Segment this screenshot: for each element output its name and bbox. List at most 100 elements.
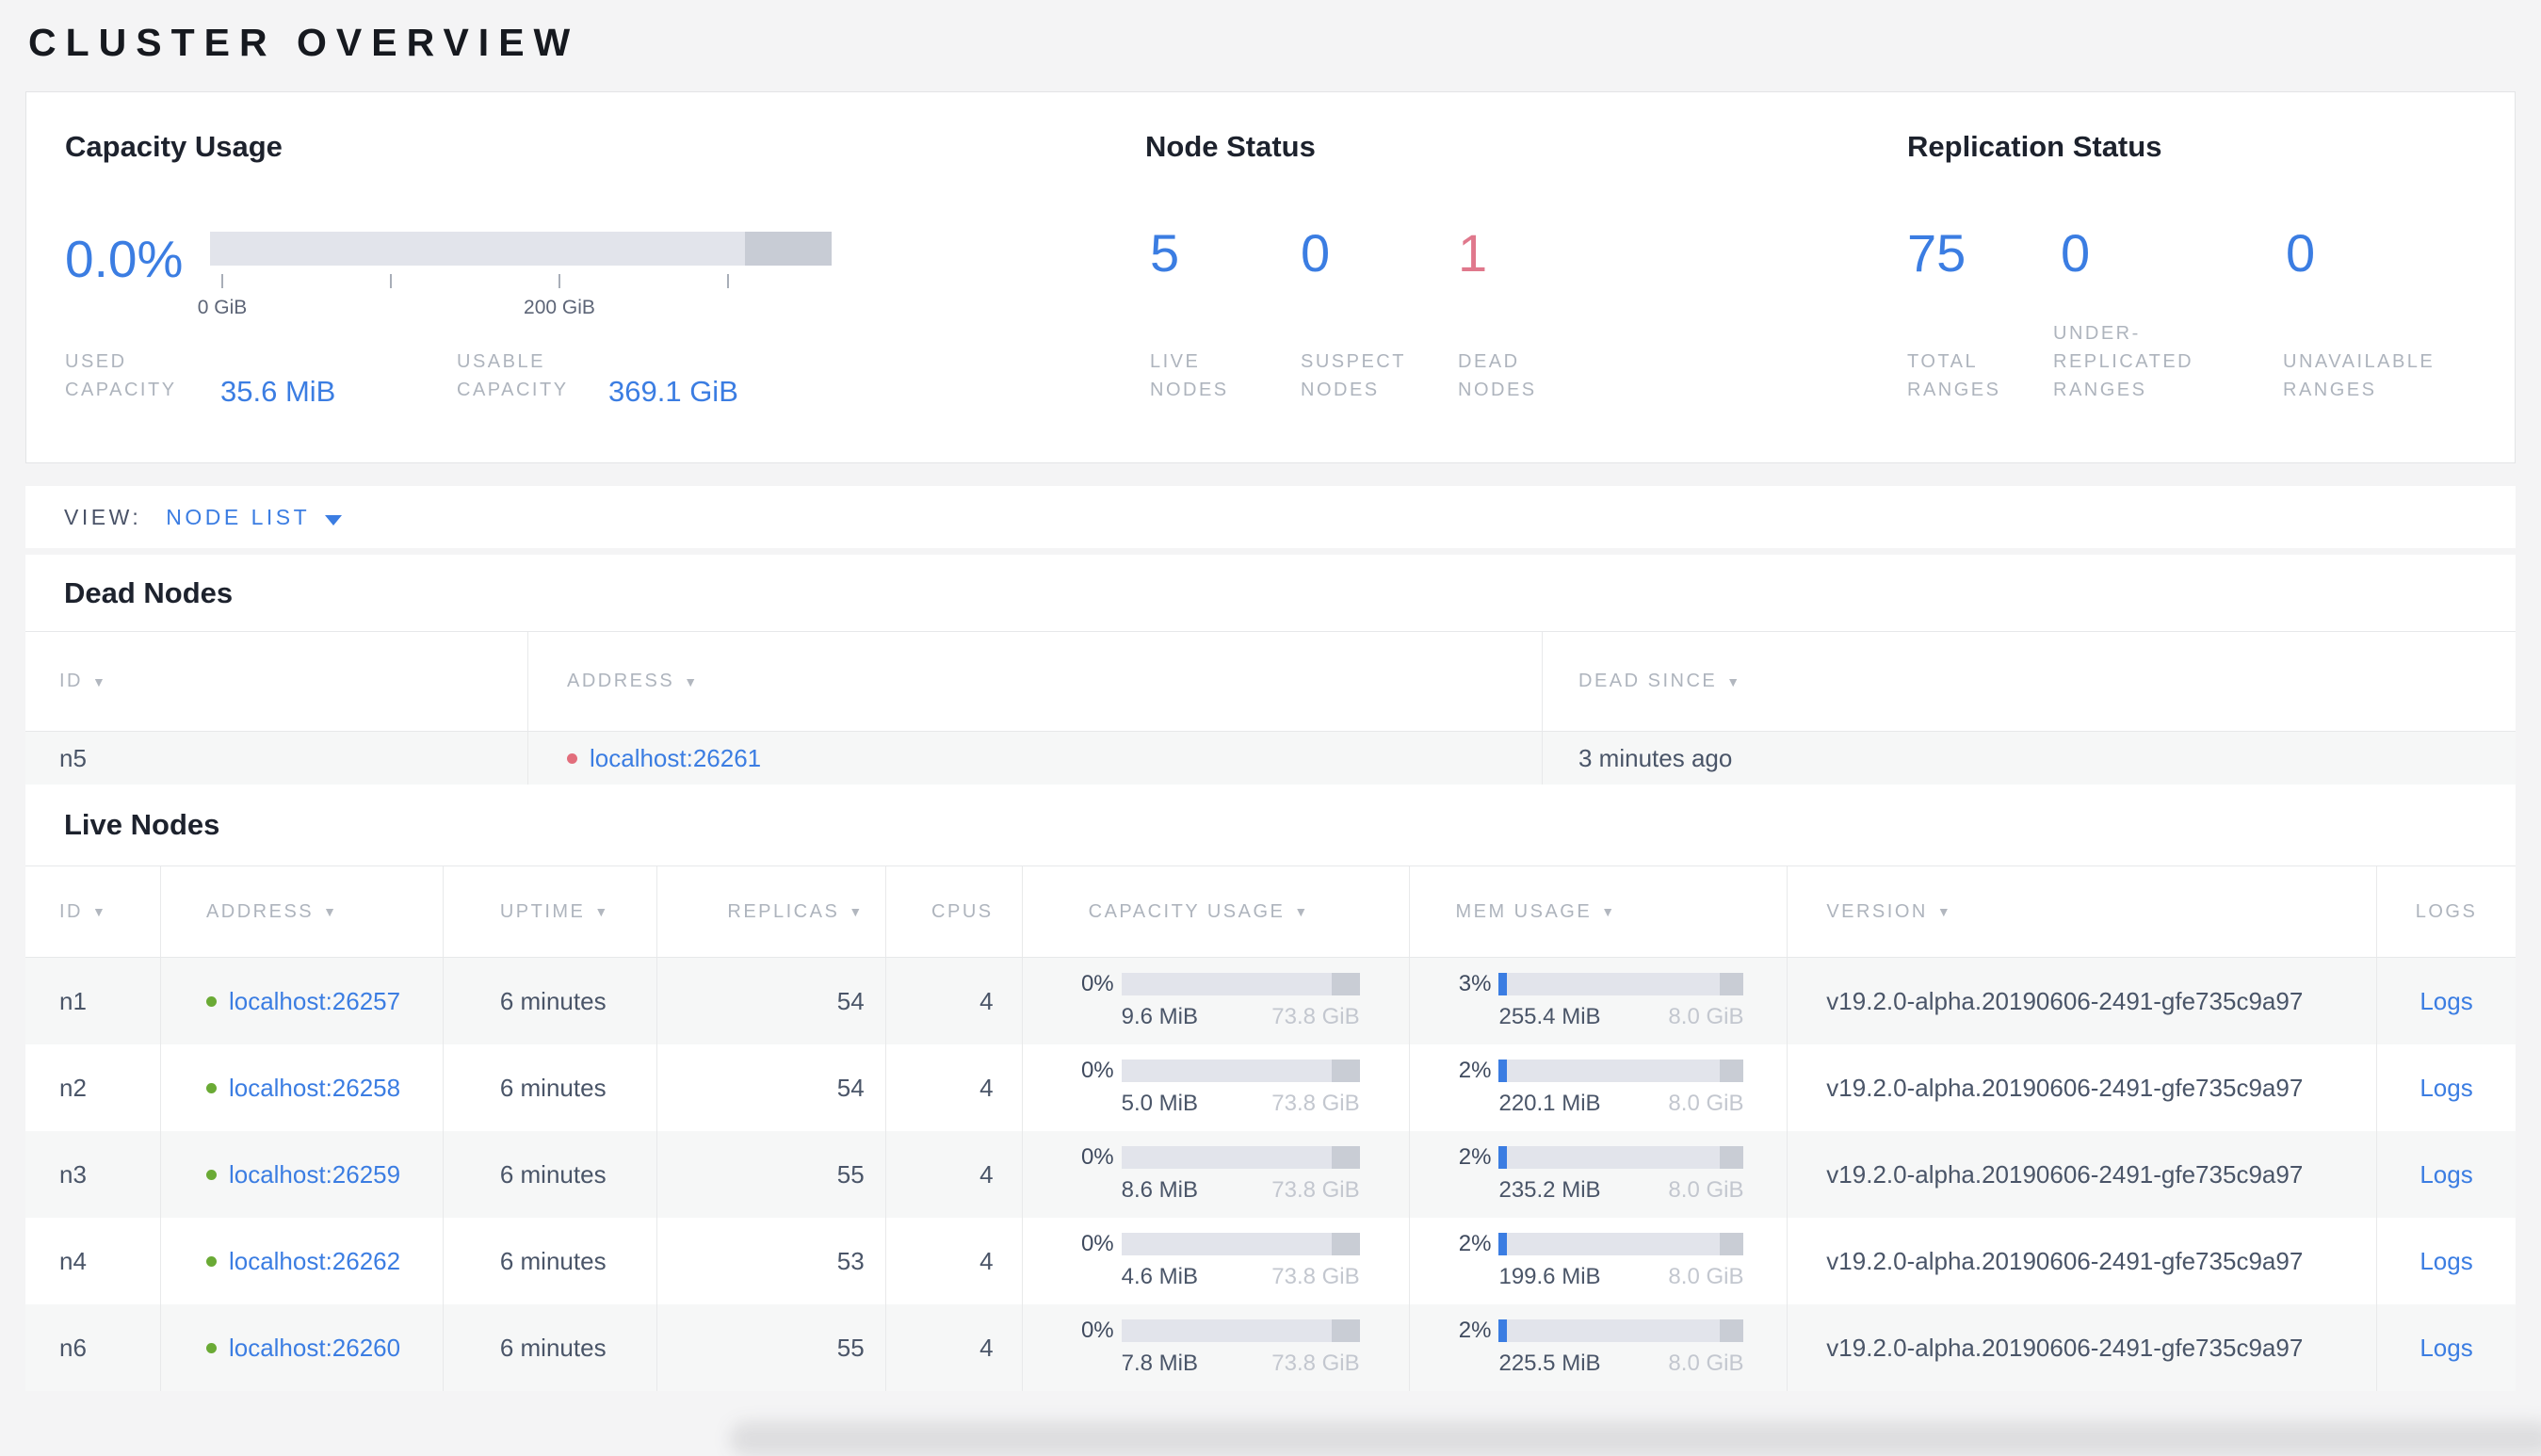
dead-node-row: n5 localhost:26261 3 minutes ago xyxy=(25,732,2516,785)
mem-used: 235.2 MiB xyxy=(1498,1177,1601,1203)
dead-col-dead-since[interactable]: DEAD SINCE ▼ xyxy=(1542,632,2516,731)
dead-node-address-cell: localhost:26261 xyxy=(527,732,1542,785)
sort-desc-icon: ▼ xyxy=(849,904,865,919)
node-uptime: 6 minutes xyxy=(442,958,656,1044)
logs-link[interactable]: Logs xyxy=(2420,1334,2472,1363)
node-capacity-gauge: 0% 8.6 MiB 73.8 GiB xyxy=(1021,1131,1410,1218)
mem-total: 8.0 GiB xyxy=(1668,1177,1744,1203)
node-uptime: 6 minutes xyxy=(442,1044,656,1131)
col-logs: LOGS xyxy=(2376,866,2516,957)
mem-total: 8.0 GiB xyxy=(1668,1091,1744,1116)
dead-col-id[interactable]: ID ▼ xyxy=(25,632,527,731)
live-status-dot-icon xyxy=(205,1082,217,1093)
live-node-row: n3 localhost:26259 6 minutes 55 4 0% 8.6… xyxy=(25,1131,2516,1218)
col-capacity-usage[interactable]: CAPACITY USAGE ▼ xyxy=(1021,866,1410,957)
used-capacity-value: 35.6 MiB xyxy=(220,375,336,408)
node-uptime: 6 minutes xyxy=(442,1304,656,1391)
mem-bar xyxy=(1498,1060,1744,1082)
col-uptime-label: UPTIME xyxy=(499,900,586,922)
axis-tick xyxy=(221,274,223,288)
node-status-heading: Node Status xyxy=(1145,130,1316,163)
node-logs-cell: Logs xyxy=(2376,1218,2516,1304)
col-replicas[interactable]: REPLICAS ▼ xyxy=(655,866,885,957)
capacity-total: 73.8 GiB xyxy=(1271,1264,1360,1289)
bottom-overlay-shadow xyxy=(730,1422,2541,1456)
dead-node-id: n5 xyxy=(59,743,87,772)
node-version: v19.2.0-alpha.20190606-2491-gfe735c9a97 xyxy=(1787,1131,2376,1218)
axis-tick xyxy=(727,274,729,288)
logs-link[interactable]: Logs xyxy=(2420,1247,2472,1276)
node-logs-cell: Logs xyxy=(2376,1044,2516,1131)
mem-pct: 3% xyxy=(1458,971,1492,996)
node-address-link[interactable]: localhost:26257 xyxy=(229,987,400,1016)
mem-pct: 2% xyxy=(1458,1144,1492,1170)
summary-panel: Capacity Usage 0.0% 0 GiB 200 GiB USED C… xyxy=(25,91,2516,463)
col-version[interactable]: VERSION ▼ xyxy=(1787,866,2376,957)
axis-label-200: 200 GiB xyxy=(524,297,595,318)
node-address-link[interactable]: localhost:26262 xyxy=(229,1247,400,1276)
logs-link[interactable]: Logs xyxy=(2420,1160,2472,1189)
mem-pct: 2% xyxy=(1458,1231,1492,1256)
col-mem-usage[interactable]: MEM USAGE ▼ xyxy=(1409,866,1787,957)
under-replicated-ranges-label: UNDER-REPLICATED RANGES xyxy=(2053,323,2194,400)
node-replicas: 54 xyxy=(655,1044,885,1131)
capacity-bar xyxy=(1121,1146,1360,1169)
sort-desc-icon: ▼ xyxy=(323,904,339,919)
dead-col-address[interactable]: ADDRESS ▼ xyxy=(527,632,1542,731)
col-address[interactable]: ADDRESS ▼ xyxy=(159,866,443,957)
capacity-used: 9.6 MiB xyxy=(1121,1004,1199,1029)
cluster-overview-page: { "page": { "title": "CLUSTER OVERVIEW" … xyxy=(0,21,2541,1456)
view-dropdown[interactable]: NODE LIST xyxy=(166,505,310,530)
axis-tick xyxy=(390,274,392,288)
live-status-dot-icon xyxy=(205,995,217,1007)
logs-link[interactable]: Logs xyxy=(2420,987,2472,1016)
col-id-label: ID xyxy=(59,900,83,922)
col-address-label: ADDRESS xyxy=(205,900,315,922)
node-replicas: 53 xyxy=(655,1218,885,1304)
node-cpus: 4 xyxy=(884,958,1022,1044)
capacity-pct: 0% xyxy=(1080,1058,1114,1083)
node-version: v19.2.0-alpha.20190606-2491-gfe735c9a97 xyxy=(1787,1044,2376,1131)
capacity-bar xyxy=(1121,1319,1360,1342)
node-version: v19.2.0-alpha.20190606-2491-gfe735c9a97 xyxy=(1787,1304,2376,1391)
node-address-link[interactable]: localhost:26259 xyxy=(229,1160,400,1189)
dead-node-dead-since: 3 minutes ago xyxy=(1542,732,2516,785)
sort-desc-icon: ▼ xyxy=(1294,904,1310,919)
node-replicas: 54 xyxy=(655,958,885,1044)
logs-link[interactable]: Logs xyxy=(2420,1074,2472,1103)
node-uptime: 6 minutes xyxy=(442,1218,656,1304)
node-id: n1 xyxy=(59,986,87,1015)
col-cpus-label: CPUS xyxy=(931,900,994,922)
col-cpus[interactable]: CPUS xyxy=(884,866,1022,957)
axis-label-0: 0 GiB xyxy=(197,297,248,318)
view-label: VIEW: xyxy=(64,504,142,529)
live-status-dot-icon xyxy=(205,1342,217,1353)
node-address-link[interactable]: localhost:26260 xyxy=(229,1334,400,1363)
capacity-usage-heading: Capacity Usage xyxy=(65,130,283,163)
capacity-total: 73.8 GiB xyxy=(1271,1177,1360,1203)
node-capacity-gauge: 0% 7.8 MiB 73.8 GiB xyxy=(1021,1304,1410,1391)
col-id[interactable]: ID ▼ xyxy=(25,866,160,957)
axis-tick xyxy=(558,274,560,288)
dead-col-address-label: ADDRESS xyxy=(567,671,675,691)
live-node-row: n6 localhost:26260 6 minutes 55 4 0% 7.8… xyxy=(25,1304,2516,1391)
node-uptime: 6 minutes xyxy=(442,1131,656,1218)
unavailable-ranges-count: 0 xyxy=(2286,223,2316,283)
capacity-bar-end-segment xyxy=(745,232,832,266)
mem-pct: 2% xyxy=(1458,1318,1492,1343)
node-version: v19.2.0-alpha.20190606-2491-gfe735c9a97 xyxy=(1787,1218,2376,1304)
node-logs-cell: Logs xyxy=(2376,1131,2516,1218)
node-cpus: 4 xyxy=(884,1044,1022,1131)
dead-nodes-label: DEAD NODES xyxy=(1458,351,1537,400)
dead-col-dead-since-label: DEAD SINCE xyxy=(1578,671,1718,691)
chevron-down-icon[interactable] xyxy=(325,514,343,526)
capacity-pct: 0% xyxy=(1080,1318,1114,1343)
node-address-link[interactable]: localhost:26258 xyxy=(229,1074,400,1103)
node-logs-cell: Logs xyxy=(2376,1304,2516,1391)
node-capacity-gauge: 0% 9.6 MiB 73.8 GiB xyxy=(1021,958,1410,1044)
node-version: v19.2.0-alpha.20190606-2491-gfe735c9a97 xyxy=(1787,958,2376,1044)
live-nodes-table-header: ID ▼ ADDRESS ▼ UPTIME ▼ REPLICAS ▼ CPUS … xyxy=(25,866,2516,958)
col-uptime[interactable]: UPTIME ▼ xyxy=(442,866,656,957)
capacity-bar xyxy=(1121,973,1360,995)
dead-node-address-link[interactable]: localhost:26261 xyxy=(590,744,761,773)
